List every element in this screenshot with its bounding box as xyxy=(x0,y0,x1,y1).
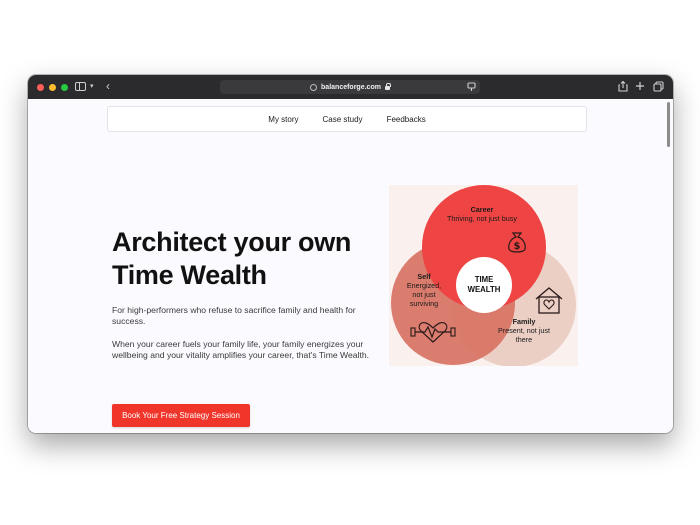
window-controls xyxy=(37,83,68,91)
center-line-2: WEALTH xyxy=(467,284,501,294)
share-icon[interactable] xyxy=(618,81,628,92)
family-label: Family Present, not just there xyxy=(492,317,556,344)
sidebar-toggle-icon[interactable] xyxy=(75,82,86,91)
minimize-window-button[interactable] xyxy=(49,83,56,91)
chevron-down-icon[interactable]: ▾ xyxy=(90,82,94,92)
browser-toolbar: ▾ ‹ balanceforge.com xyxy=(28,75,673,99)
self-label: Self Energized, not just surviving xyxy=(401,272,447,308)
family-subtitle: Present, not just there xyxy=(498,326,550,344)
svg-text:$: $ xyxy=(514,241,521,252)
address-url: balanceforge.com xyxy=(321,83,381,91)
career-subtitle: Thriving, not just busy xyxy=(447,214,517,223)
nav-link-my-story[interactable]: My story xyxy=(268,115,298,124)
address-bar[interactable]: balanceforge.com xyxy=(220,80,480,94)
new-tab-icon[interactable] xyxy=(635,81,645,91)
globe-icon xyxy=(310,83,318,91)
family-title: Family xyxy=(512,317,536,326)
nav-link-case-study[interactable]: Case study xyxy=(323,115,363,124)
back-arrow-icon[interactable]: ‹ xyxy=(106,80,110,92)
hero-subtitle: For high-performers who refuse to sacrif… xyxy=(112,305,356,326)
scrollbar[interactable] xyxy=(667,102,670,147)
close-window-button[interactable] xyxy=(37,83,44,91)
reader-icon[interactable] xyxy=(467,82,476,92)
lock-icon xyxy=(384,83,391,90)
hero-title: Architect your own Time Wealth xyxy=(112,227,352,290)
career-label: Career Thriving, not just busy xyxy=(432,205,532,223)
time-wealth-center-label: TIME WEALTH xyxy=(459,275,509,294)
nav-link-feedbacks[interactable]: Feedbacks xyxy=(387,115,426,124)
center-line-1: TIME xyxy=(474,275,494,284)
site-navbar: My story Case study Feedbacks xyxy=(107,106,587,132)
self-title: Self xyxy=(417,272,431,281)
self-subtitle: Energized, not just surviving xyxy=(406,281,442,308)
career-title: Career xyxy=(470,205,494,214)
zoom-window-button[interactable] xyxy=(61,83,68,91)
browser-window: ▾ ‹ balanceforge.com My story Case study… xyxy=(28,75,673,433)
tab-overview-icon[interactable] xyxy=(653,81,664,92)
hero-description: When your career fuels your family life,… xyxy=(112,339,370,360)
book-session-button[interactable]: Book Your Free Strategy Session xyxy=(112,404,250,427)
time-wealth-venn-diagram: $ Career Thriving, not just busy Self En… xyxy=(389,185,578,366)
